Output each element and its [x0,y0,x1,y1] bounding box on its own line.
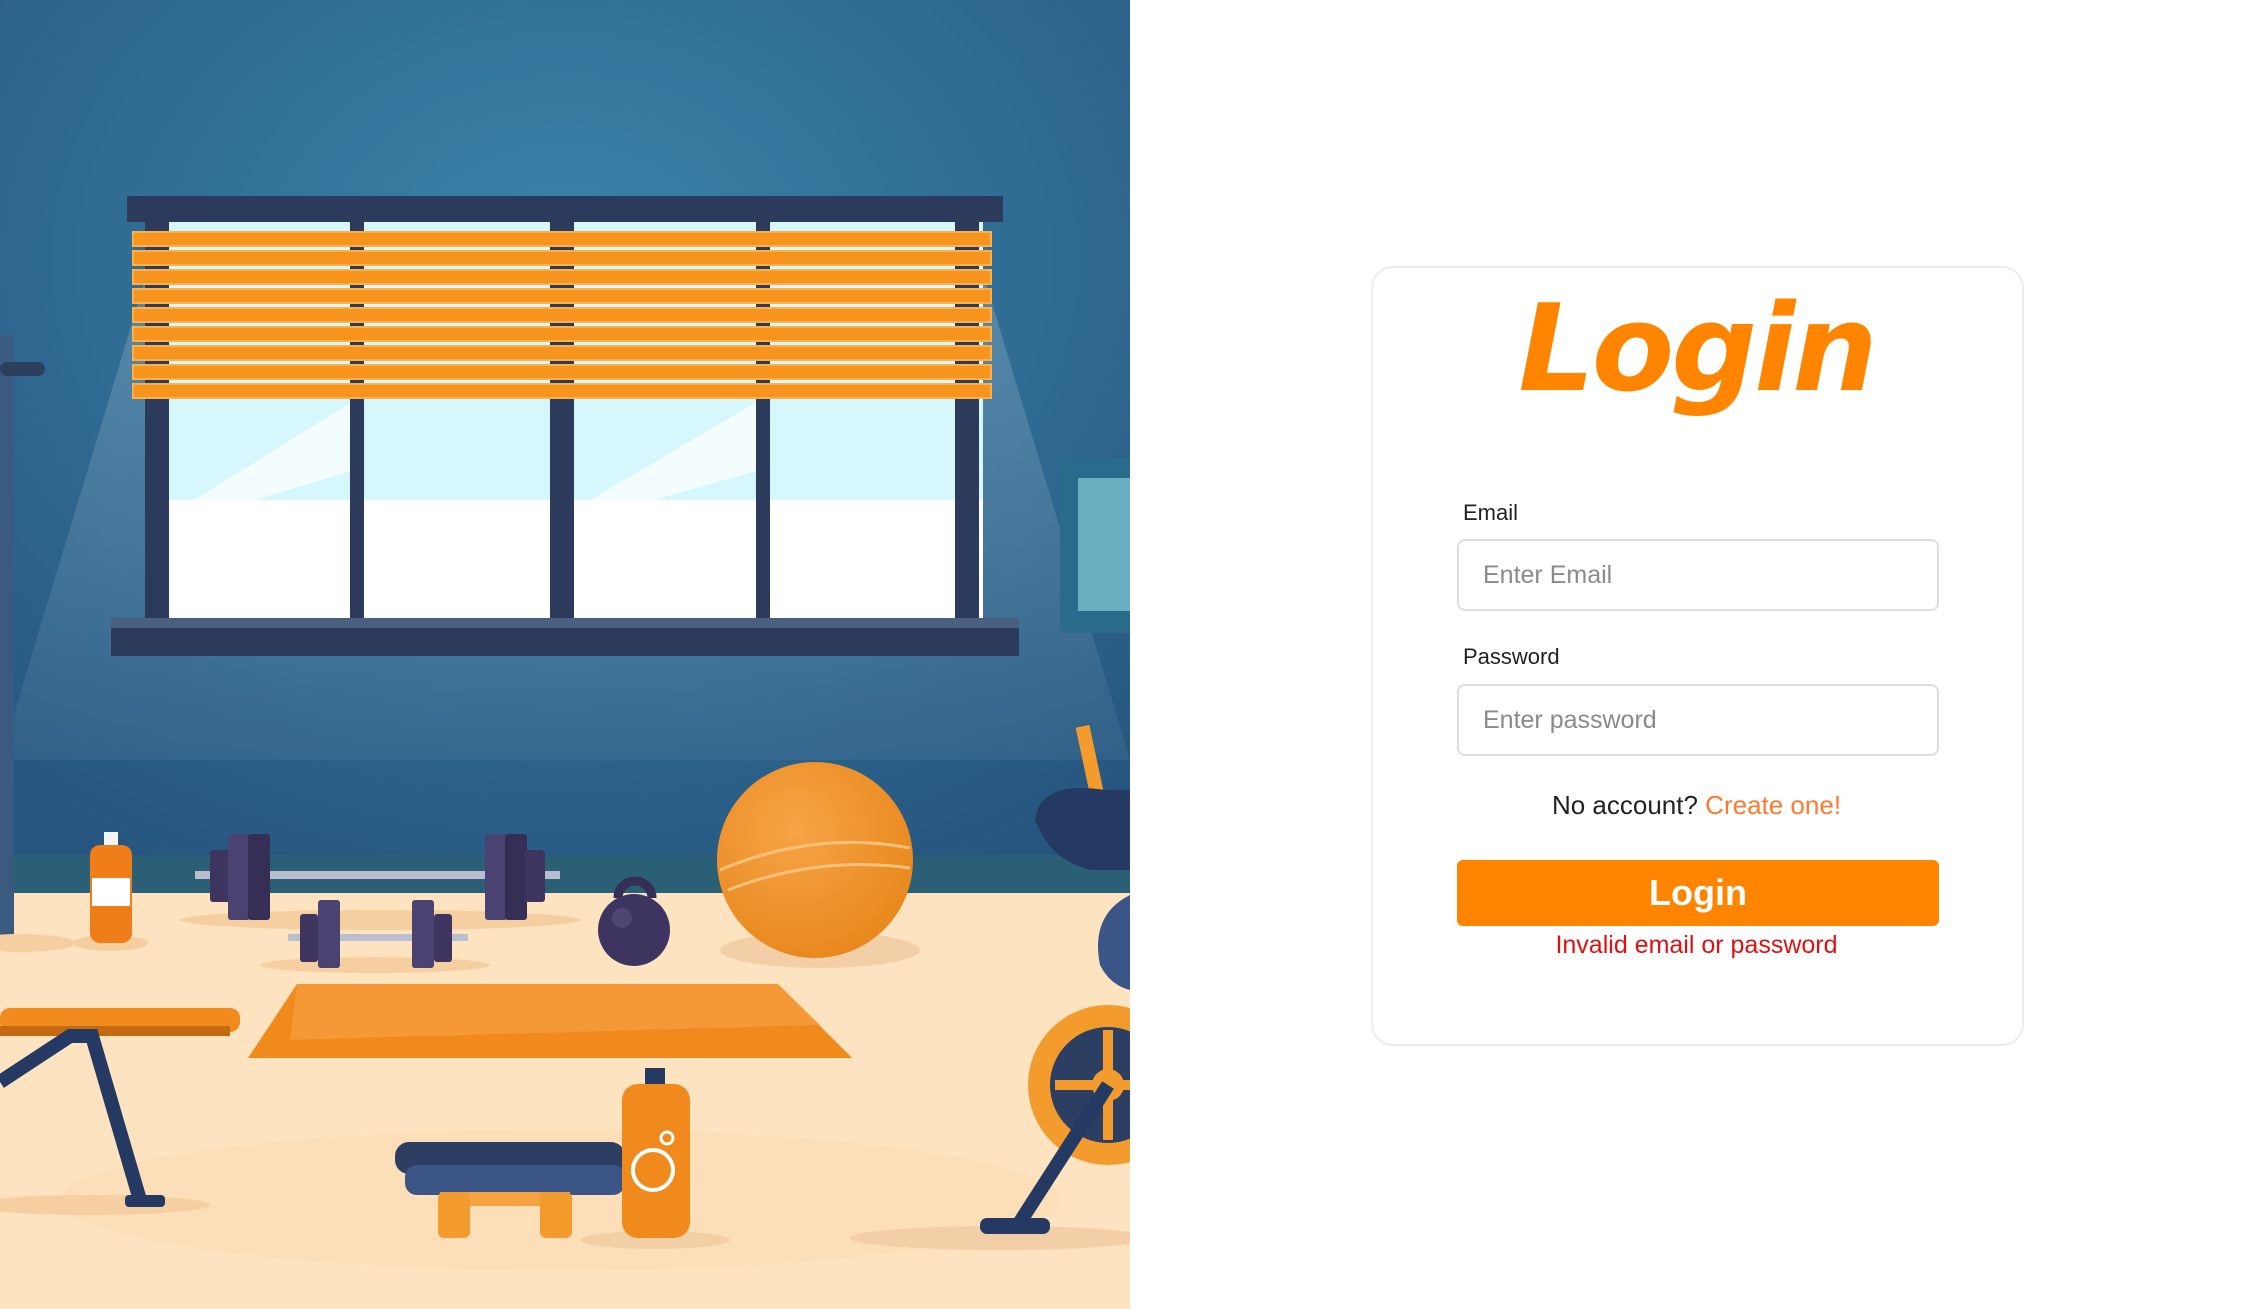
login-button[interactable]: Login [1457,860,1939,926]
error-message: Invalid email or password [1555,931,1838,959]
password-label: Password [1463,644,1560,669]
signup-prompt: No account? [1551,790,1706,820]
wall-stripe [0,855,1130,895]
window-blinds-icon [111,196,1019,656]
password-field[interactable] [1457,684,1939,756]
hero-illustration [0,0,1130,1309]
email-label: Email [1463,500,1519,525]
yoga-mat-icon [248,984,852,1058]
email-field[interactable] [1457,539,1939,611]
signup-row: No account? Create one! [1370,790,2023,820]
page-title: Login [1518,280,1877,419]
create-account-link[interactable]: Create one! [1705,790,1841,820]
